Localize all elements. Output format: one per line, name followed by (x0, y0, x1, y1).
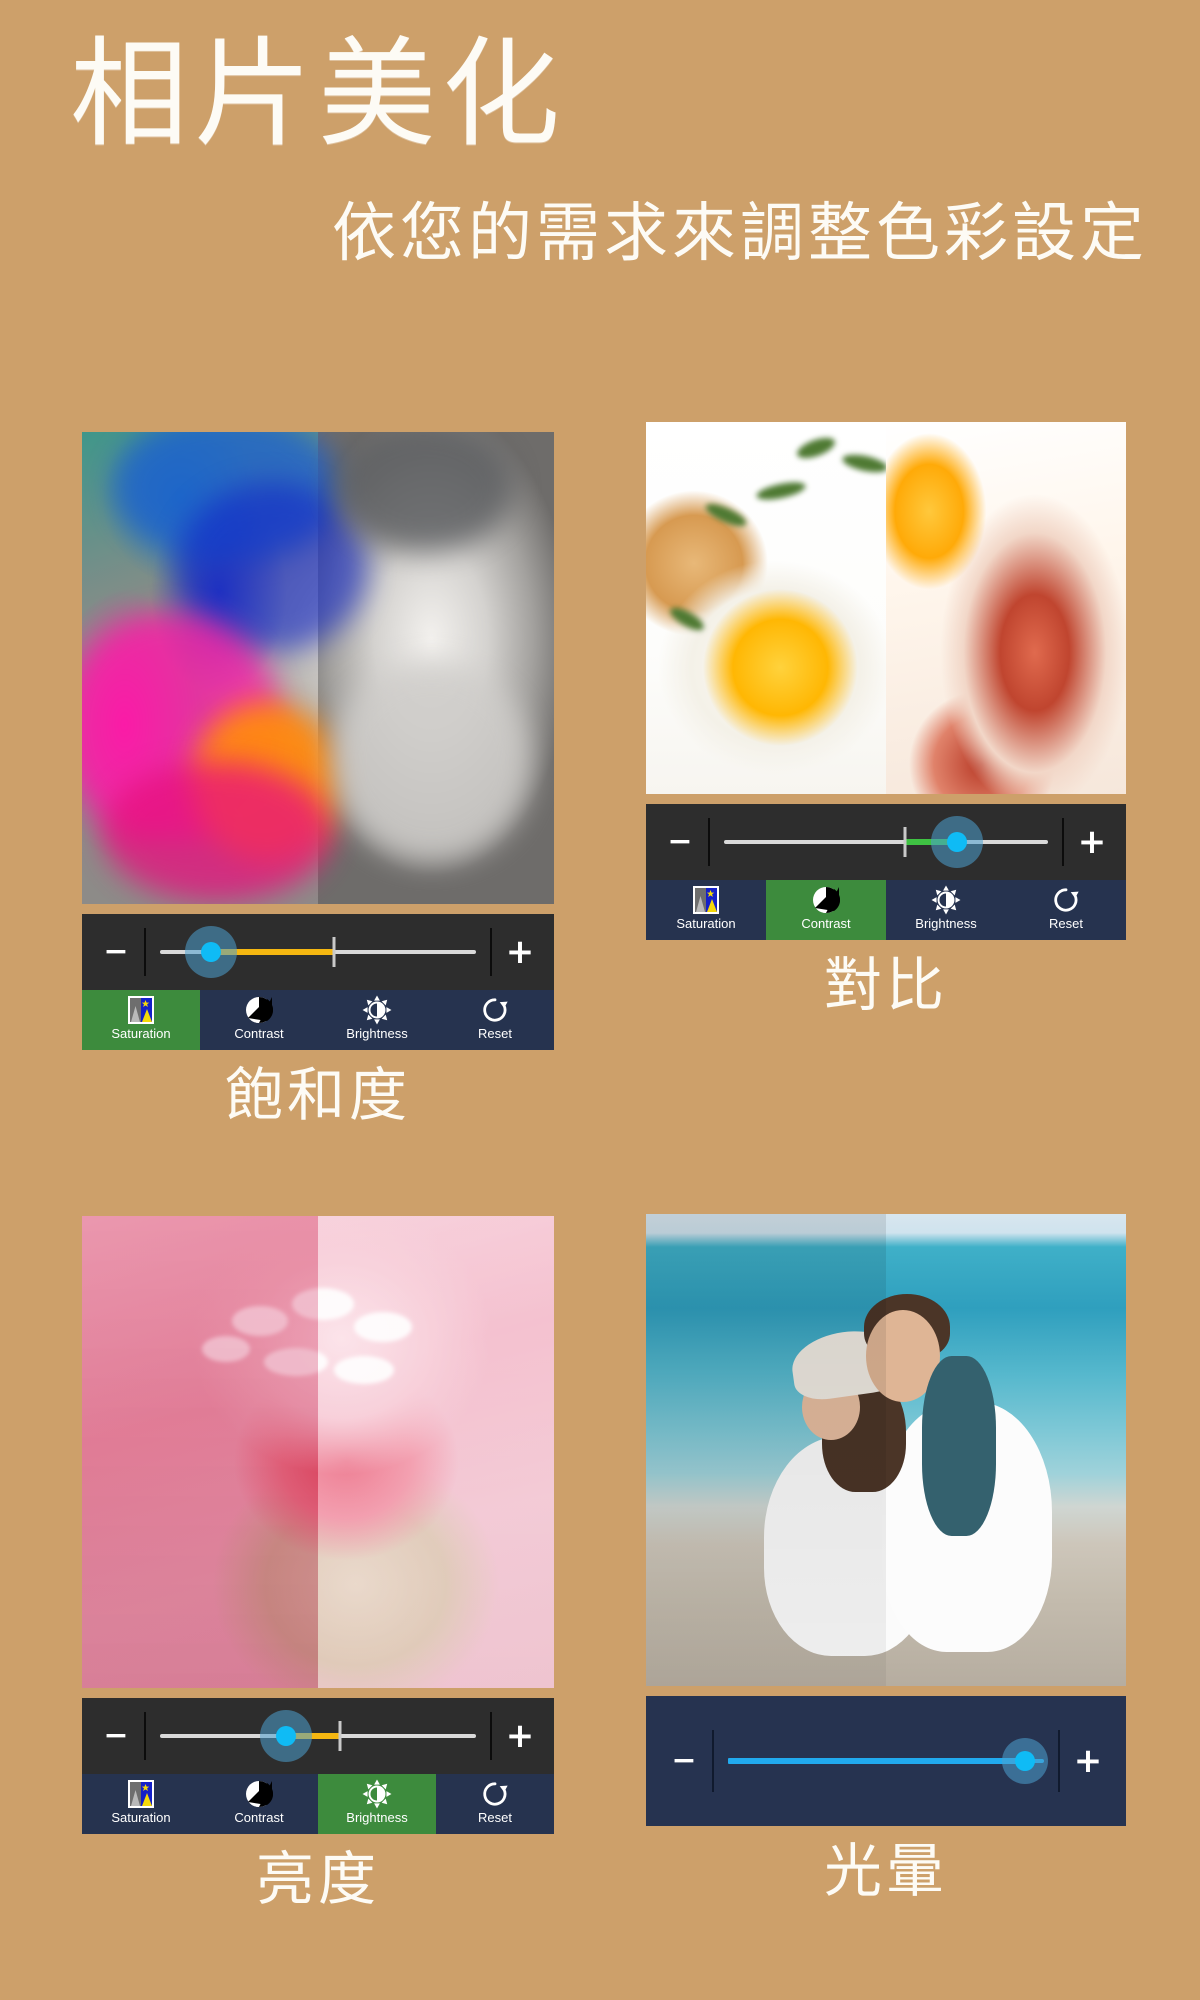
reset-icon (480, 995, 510, 1025)
slider-knob[interactable] (184, 926, 237, 978)
tool-button-row: Saturation Contrast Brightness Reset (82, 1774, 554, 1834)
tool-button-label: Brightness (915, 916, 977, 931)
tool-button-label: Contrast (234, 1810, 284, 1825)
photo-cupcake-dark-half (82, 1216, 318, 1688)
decrease-button[interactable]: − (664, 1746, 704, 1776)
tool-button-saturation[interactable]: Saturation (82, 1774, 200, 1834)
tool-button-brightness[interactable]: Brightness (318, 990, 436, 1050)
slider-fill (728, 1758, 1026, 1764)
rose-petal-pink (102, 762, 332, 902)
tool-button-contrast[interactable]: Contrast (766, 880, 886, 940)
panel-caption-contrast: 對比 (823, 951, 948, 1019)
divider-right (490, 928, 492, 976)
tool-button-label: Brightness (346, 1026, 408, 1041)
toolbar-glow: − + (646, 1696, 1126, 1826)
tool-button-label: Reset (1049, 916, 1083, 931)
tool-button-brightness[interactable]: Brightness (886, 880, 1006, 940)
slider-track-saturation[interactable] (160, 926, 476, 978)
tool-button-label: Reset (478, 1810, 512, 1825)
decrease-button[interactable]: − (660, 827, 700, 857)
slider-line (724, 840, 1048, 844)
brightness-icon (362, 1779, 392, 1809)
divider-right (1062, 818, 1064, 866)
slider-tick (903, 827, 907, 857)
tool-button-brightness[interactable]: Brightness (318, 1774, 436, 1834)
tool-button-row: Saturation Contrast Brightness Reset (646, 880, 1126, 940)
contrast-icon (244, 1779, 274, 1809)
increase-button[interactable]: + (500, 1719, 540, 1753)
increase-button[interactable]: + (1072, 825, 1112, 859)
slider-row-saturation[interactable]: − + (82, 914, 554, 990)
beach-man-scarf (922, 1356, 996, 1536)
panel-glow: − + 光暈 (646, 1214, 1126, 1904)
tool-button-label: Saturation (676, 916, 736, 931)
divider-left (144, 928, 146, 976)
tool-button-reset[interactable]: Reset (436, 1774, 554, 1834)
panel-brightness: − + Saturation Contrast Brightness Reset 亮度 (82, 1216, 554, 1912)
panel-caption-saturation: 飽和度 (224, 1061, 411, 1129)
photo-beach-split (646, 1214, 1126, 1686)
increase-button[interactable]: + (1068, 1744, 1108, 1778)
divider-left (708, 818, 710, 866)
tool-button-reset[interactable]: Reset (1006, 880, 1126, 940)
divider-right (490, 1712, 492, 1760)
slider-knob[interactable] (1002, 1738, 1049, 1784)
contrast-icon (244, 995, 274, 1025)
panel-caption-brightness: 亮度 (255, 1845, 380, 1913)
slider-row-contrast[interactable]: − + (646, 804, 1126, 880)
panel-contrast: − + Saturation Contrast Brightness Reset 對比 (646, 422, 1126, 1018)
slider-track-contrast[interactable] (724, 816, 1048, 868)
toolbar-saturation: − + Saturation Contrast Brightness Reset (82, 914, 554, 1050)
saturation-icon (691, 885, 721, 915)
tool-button-label: Brightness (346, 1810, 408, 1825)
tool-button-label: Saturation (111, 1026, 171, 1041)
panel-saturation: − + Saturation Contrast Brightness Reset 飽和… (82, 432, 554, 1128)
slider-knob[interactable] (931, 816, 984, 868)
slider-knob[interactable] (260, 1710, 313, 1762)
decrease-button[interactable]: − (96, 1721, 136, 1751)
photo-beach-normal-half (646, 1214, 886, 1686)
reset-icon (480, 1779, 510, 1809)
photo-cupcake-bright-half (318, 1216, 554, 1688)
photo-cupcake-split (82, 1216, 554, 1688)
tool-button-saturation[interactable]: Saturation (646, 880, 766, 940)
tool-button-label: Contrast (234, 1026, 284, 1041)
tool-button-contrast[interactable]: Contrast (200, 1774, 318, 1834)
panel-caption-glow: 光暈 (823, 1837, 948, 1905)
toolbar-brightness: − + Saturation Contrast Brightness Reset (82, 1698, 554, 1834)
toolbar-contrast: − + Saturation Contrast Brightness Reset (646, 804, 1126, 940)
tool-button-contrast[interactable]: Contrast (200, 990, 318, 1050)
brightness-icon (362, 995, 392, 1025)
photo-rose-split (82, 432, 554, 904)
tool-button-label: Contrast (801, 916, 851, 931)
tool-button-saturation[interactable]: Saturation (82, 990, 200, 1050)
slider-tick (332, 937, 336, 967)
reset-icon (1051, 885, 1081, 915)
slider-track-brightness[interactable] (160, 1710, 476, 1762)
slider-tick (338, 1721, 342, 1751)
tool-button-row: Saturation Contrast Brightness Reset (82, 990, 554, 1050)
divider-left (712, 1730, 714, 1792)
increase-button[interactable]: + (500, 935, 540, 969)
slider-row-brightness[interactable]: − + (82, 1698, 554, 1774)
page-subtitle: 依您的需求來調整色彩設定 (332, 197, 1148, 271)
photo-breakfast-split (646, 422, 1126, 794)
tool-button-reset[interactable]: Reset (436, 990, 554, 1050)
contrast-icon (811, 885, 841, 915)
slider-row-glow[interactable]: − + (646, 1696, 1126, 1826)
decrease-button[interactable]: − (96, 937, 136, 967)
saturation-icon (126, 995, 156, 1025)
brightness-icon (931, 885, 961, 915)
app-screenshot: 相片美化 依您的需求來調整色彩設定 − + Saturation Contras… (0, 0, 1200, 2000)
tool-button-label: Saturation (111, 1810, 171, 1825)
tool-button-label: Reset (478, 1026, 512, 1041)
photo-breakfast-contrast-half (886, 422, 1126, 794)
divider-right (1058, 1730, 1060, 1792)
page-title: 相片美化 (70, 25, 567, 163)
rose-petal-gray (332, 662, 532, 862)
saturation-icon (126, 1779, 156, 1809)
slider-track-glow[interactable] (728, 1730, 1049, 1792)
divider-left (144, 1712, 146, 1760)
